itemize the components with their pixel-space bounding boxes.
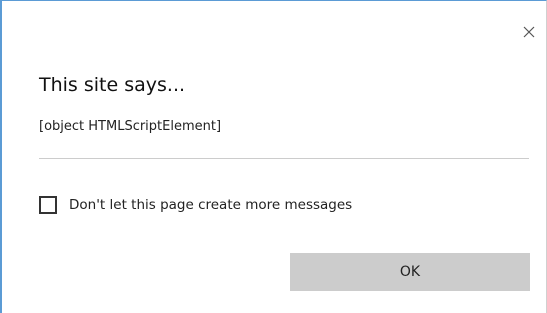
dialog-message: [object HTMLScriptElement] [39, 119, 222, 134]
close-icon [523, 26, 535, 38]
suppress-messages-option[interactable]: Don't let this page create more messages [39, 194, 352, 216]
dialog-title: This site says... [39, 74, 186, 96]
suppress-messages-checkbox[interactable] [39, 196, 57, 214]
alert-dialog: This site says... [object HTMLScriptElem… [0, 0, 547, 313]
divider [39, 158, 529, 159]
ok-button[interactable]: OK [290, 253, 530, 291]
close-button[interactable] [518, 21, 540, 43]
suppress-messages-label: Don't let this page create more messages [69, 197, 353, 213]
